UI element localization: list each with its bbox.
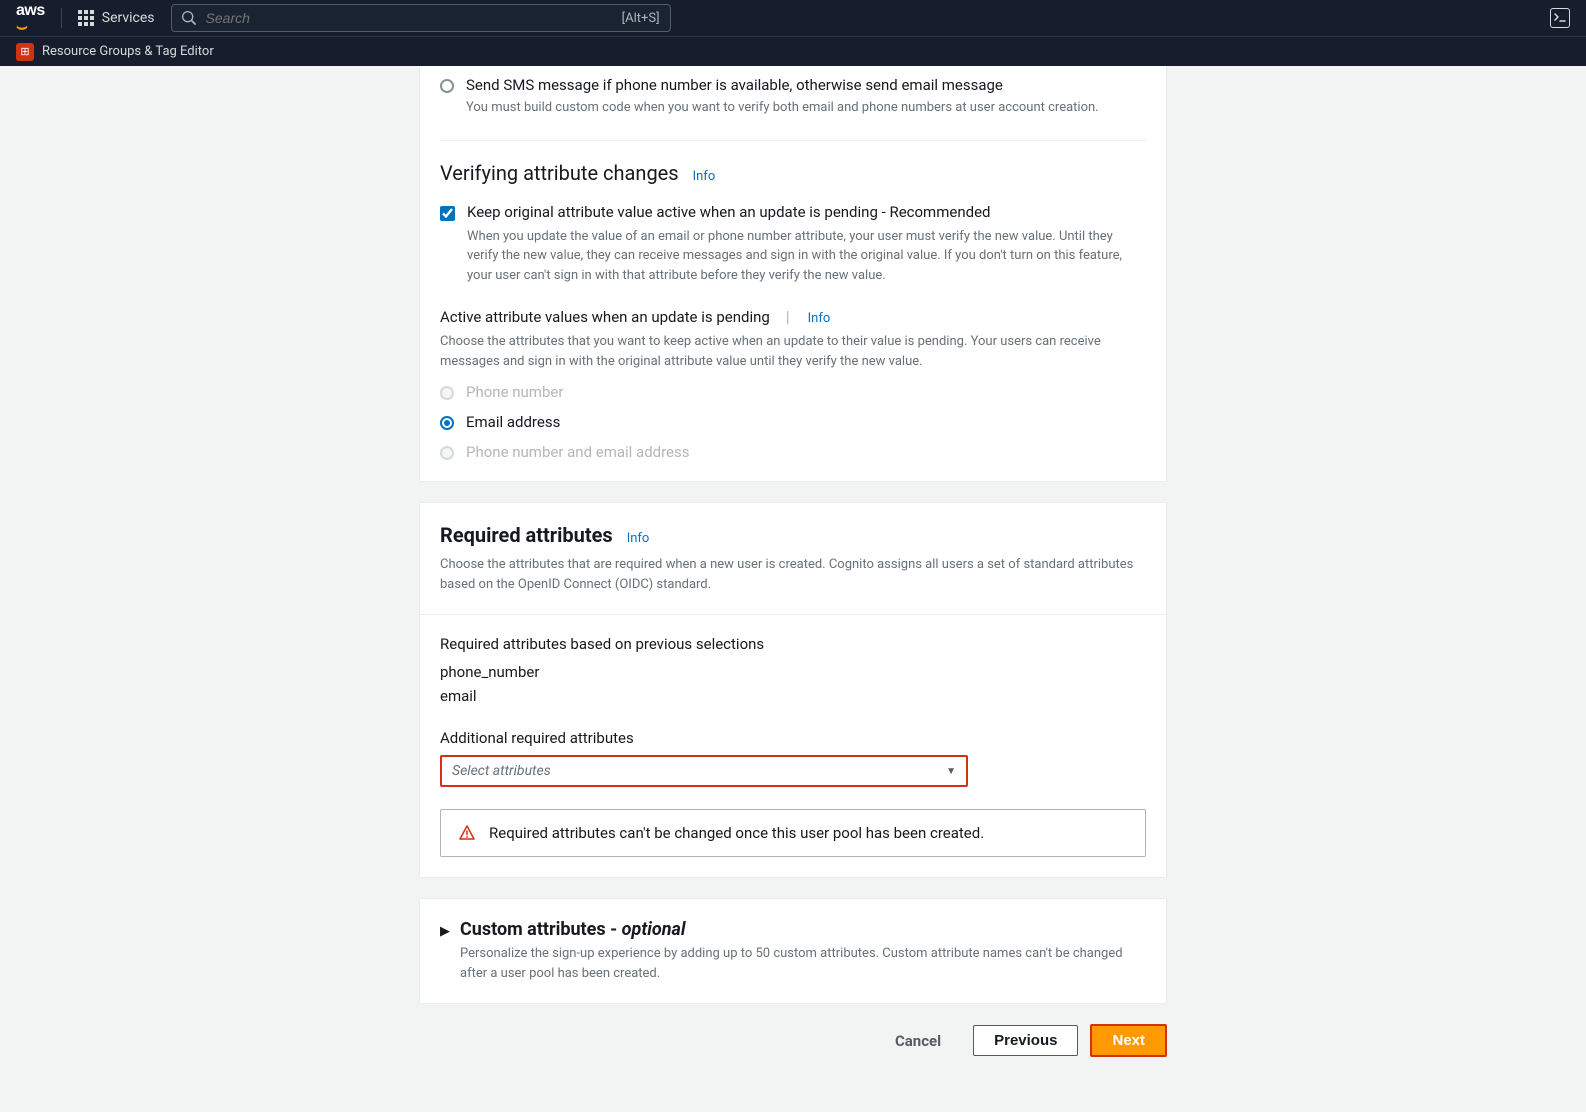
services-label: Services	[102, 10, 155, 26]
top-nav: aws ⌣ Services [Alt+S]	[0, 0, 1586, 36]
grid-icon	[78, 10, 94, 26]
keep-original-label: Keep original attribute value active whe…	[467, 203, 990, 221]
next-button[interactable]: Next	[1090, 1024, 1167, 1057]
wizard-buttons: Cancel Previous Next	[419, 1024, 1167, 1057]
required-attrs-info[interactable]: Info	[627, 531, 650, 546]
verification-panel: Send SMS message if phone number is avai…	[419, 66, 1167, 482]
main-content: Send SMS message if phone number is avai…	[419, 66, 1167, 1087]
active-email-label: Email address	[466, 413, 560, 431]
sms-email-label: Send SMS message if phone number is avai…	[466, 76, 1003, 94]
nav-divider	[61, 8, 62, 28]
active-both-label: Phone number and email address	[466, 443, 690, 461]
additional-label: Additional required attributes	[440, 729, 1146, 747]
keep-original-row: Keep original attribute value active whe…	[440, 203, 1146, 221]
warning-icon	[459, 825, 475, 841]
verifying-info-link[interactable]: Info	[693, 169, 716, 184]
required-attrs-warning: Required attributes can't be changed onc…	[440, 809, 1146, 857]
search-input[interactable]	[206, 10, 612, 26]
select-placeholder: Select attributes	[452, 763, 946, 779]
keep-original-checkbox[interactable]	[440, 206, 455, 221]
active-both-row: Phone number and email address	[440, 443, 1146, 461]
previous-button[interactable]: Previous	[973, 1025, 1078, 1056]
sms-email-helper: You must build custom code when you want…	[466, 98, 1146, 118]
custom-attrs-title: Custom attributes - optional	[460, 919, 685, 940]
resource-groups-icon: ⊞	[16, 43, 34, 61]
active-email-radio[interactable]	[440, 416, 454, 430]
additional-attributes-select[interactable]: Select attributes ▼	[440, 755, 968, 787]
based-on-label: Required attributes based on previous se…	[440, 635, 1146, 653]
active-phone-row: Phone number	[440, 383, 1146, 401]
attr-phone: phone_number	[440, 663, 1146, 681]
active-phone-radio	[440, 386, 454, 400]
second-nav: ⊞ Resource Groups & Tag Editor	[0, 36, 1586, 66]
active-phone-label: Phone number	[466, 383, 563, 401]
active-attrs-helper: Choose the attributes that you want to k…	[440, 332, 1146, 371]
search-icon	[182, 11, 196, 25]
cancel-button[interactable]: Cancel	[875, 1026, 961, 1056]
expand-caret-icon[interactable]: ▶	[440, 924, 450, 939]
resource-groups-link[interactable]: Resource Groups & Tag Editor	[42, 44, 214, 59]
search-box[interactable]: [Alt+S]	[171, 4, 671, 32]
sms-email-radio-row: Send SMS message if phone number is avai…	[440, 76, 1146, 94]
sms-email-radio[interactable]	[440, 79, 454, 93]
required-attrs-desc: Choose the attributes that are required …	[440, 555, 1146, 594]
cloudshell-icon[interactable]	[1550, 8, 1570, 28]
warning-text: Required attributes can't be changed onc…	[489, 824, 984, 842]
keep-original-helper: When you update the value of an email or…	[467, 227, 1146, 286]
attr-email: email	[440, 687, 1146, 705]
services-button[interactable]: Services	[78, 10, 155, 26]
active-email-row: Email address	[440, 413, 1146, 431]
active-both-radio	[440, 446, 454, 460]
custom-attrs-desc: Personalize the sign-up experience by ad…	[460, 944, 1146, 983]
aws-logo[interactable]: aws ⌣	[16, 0, 45, 36]
custom-attributes-panel: ▶ Custom attributes - optional Personali…	[419, 898, 1167, 1004]
required-attributes-panel: Required attributes Info Choose the attr…	[419, 502, 1167, 878]
active-attrs-title: Active attribute values when an update i…	[440, 308, 770, 326]
search-shortcut: [Alt+S]	[622, 11, 660, 26]
verifying-title: Verifying attribute changes	[440, 161, 679, 185]
required-attrs-title: Required attributes	[440, 523, 613, 547]
active-attrs-info[interactable]: Info	[808, 311, 831, 326]
chevron-down-icon: ▼	[946, 766, 956, 777]
